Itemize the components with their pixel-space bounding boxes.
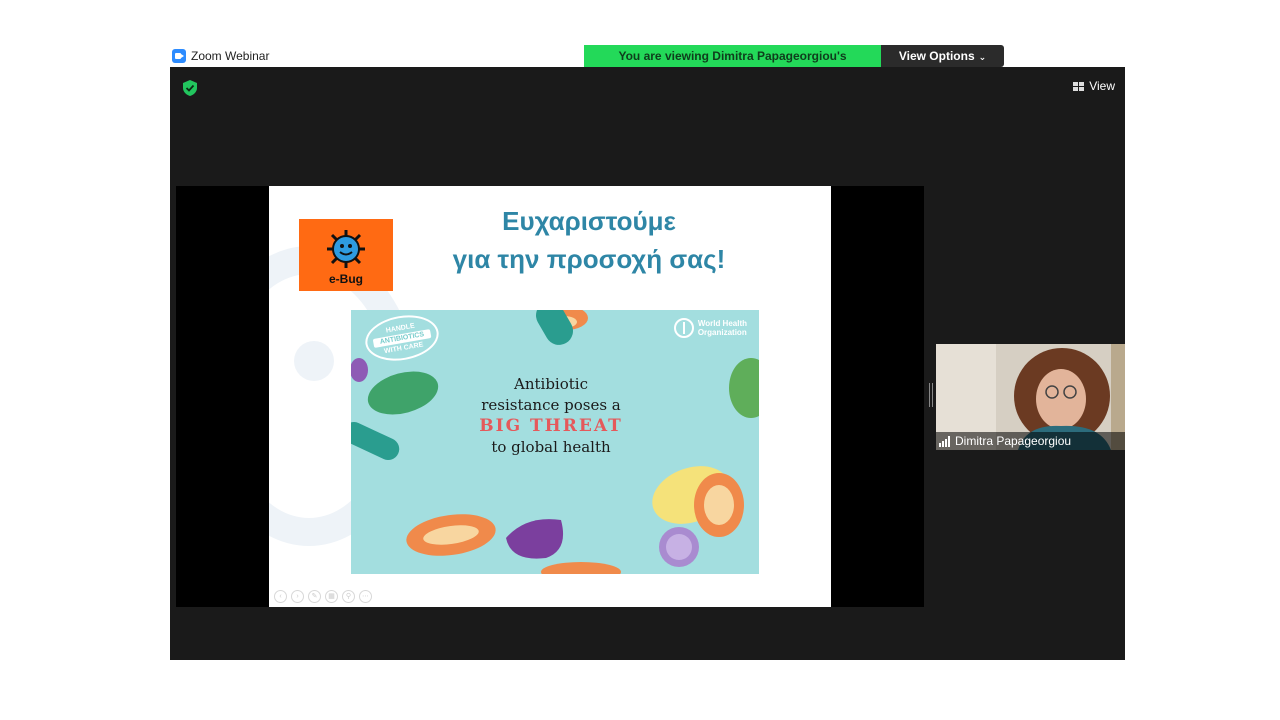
app-title: Zoom Webinar [191, 49, 270, 63]
meeting-window: View e-Bug Ευχαριστούμε για την προσοχή … [170, 67, 1125, 660]
ebug-logo-text: e-Bug [329, 272, 363, 286]
slide-title-line-2: για την προσοχή σας! [452, 244, 726, 274]
who-logo-text: World Health Organization [698, 319, 747, 337]
poster-line-4: to global health [491, 438, 611, 456]
poster-line-2: resistance poses a [481, 396, 621, 414]
ebug-logo: e-Bug [299, 219, 393, 291]
slideshow-controls: ‹ › ✎ ▦ ⚲ ⋯ [274, 590, 372, 603]
participant-name: Dimitra Papageorgiou [955, 434, 1072, 448]
screen-share-banner: You are viewing Dimitra Papageorgiou's s… [584, 45, 1004, 85]
ebug-mascot-icon [327, 230, 365, 268]
view-options-label: View Options [898, 49, 975, 63]
who-poster: HANDLE ANTIBIOTICS WITH CARE World Healt… [351, 310, 759, 574]
chevron-down-icon: ⌄ [978, 52, 987, 62]
shared-screen: e-Bug Ευχαριστούμε για την προσοχή σας! [176, 186, 924, 607]
who-emblem-icon [673, 318, 694, 338]
panel-resize-handle[interactable] [929, 383, 933, 407]
pen-icon[interactable]: ✎ [308, 590, 321, 603]
view-button[interactable]: View [1073, 77, 1115, 95]
who-line-2: Organization [697, 328, 747, 337]
slide-title: Ευχαριστούμε για την προσοχή σας! [429, 202, 749, 278]
zoom-icon[interactable]: ⚲ [342, 590, 355, 603]
more-options-icon[interactable]: ⋯ [359, 590, 372, 603]
presentation-slide: e-Bug Ευχαριστούμε για την προσοχή σας! [269, 186, 831, 607]
poster-message: Antibiotic resistance poses a BIG THREAT… [411, 374, 691, 458]
who-line-1: World Health [697, 319, 747, 328]
grid-view-icon [1073, 81, 1085, 91]
who-logo: World Health Organization [673, 318, 747, 338]
participant-name-bar: Dimitra Papageorgiou [936, 432, 1125, 450]
connection-signal-icon [939, 435, 950, 447]
shield-check-icon[interactable] [183, 80, 197, 96]
title-bar: Zoom Webinar [172, 47, 269, 65]
slide-title-line-1: Ευχαριστούμε [502, 206, 676, 236]
page: Zoom Webinar You are viewing Dimitra Pap… [0, 0, 1280, 720]
participant-video-tile[interactable]: Dimitra Papageorgiou [936, 344, 1125, 450]
poster-line-3: BIG THREAT [479, 416, 623, 436]
poster-line-1: Antibiotic [514, 375, 588, 393]
next-slide-icon[interactable]: › [291, 590, 304, 603]
view-options-button[interactable]: View Options ⌄ [881, 45, 1004, 67]
viewing-notice: You are viewing Dimitra Papageorgiou's s… [584, 45, 881, 85]
zoom-logo-icon [172, 49, 186, 63]
slides-grid-icon[interactable]: ▦ [325, 590, 338, 603]
background-decoration-dot [294, 341, 334, 381]
view-label: View [1089, 79, 1115, 93]
previous-slide-icon[interactable]: ‹ [274, 590, 287, 603]
